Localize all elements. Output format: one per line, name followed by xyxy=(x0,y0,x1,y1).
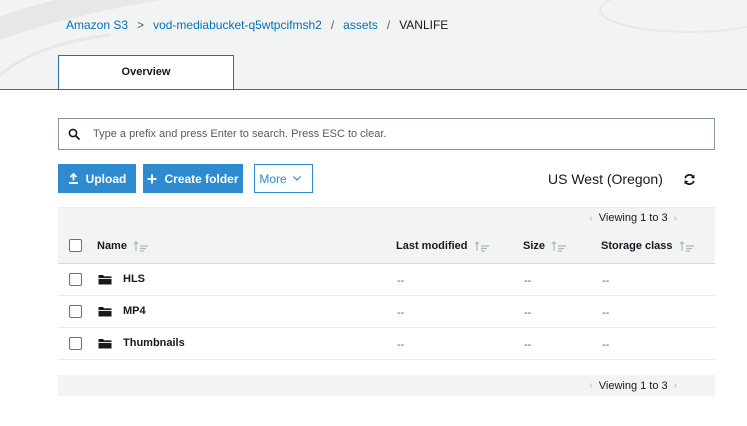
breadcrumb-bucket[interactable]: vod-mediabucket-q5wtpcifmsh2 xyxy=(153,18,322,32)
column-label-last-modified: Last modified xyxy=(396,240,468,252)
create-folder-label: Create folder xyxy=(164,171,239,186)
table-row[interactable]: Thumbnails -- -- -- xyxy=(58,328,715,360)
chevron-down-icon xyxy=(292,176,301,181)
breadcrumb-current: VANLIFE xyxy=(399,18,449,32)
tab-overview[interactable]: Overview xyxy=(58,55,234,89)
column-header-name[interactable]: Name xyxy=(97,240,149,252)
breadcrumb-separator: / xyxy=(386,18,391,32)
column-header-size[interactable]: Size xyxy=(523,240,567,252)
region-label: US West (Oregon) xyxy=(548,171,663,187)
row-checkbox[interactable] xyxy=(69,273,82,286)
upload-icon xyxy=(68,173,78,184)
row-checkbox[interactable] xyxy=(69,337,82,350)
cell-size: -- xyxy=(524,339,532,351)
select-all-checkbox[interactable] xyxy=(69,239,82,252)
folder-name-link[interactable]: Thumbnails xyxy=(123,337,185,349)
breadcrumb: Amazon S3 > vod-mediabucket-q5wtpcifmsh2… xyxy=(66,18,448,32)
cell-storage-class: -- xyxy=(602,339,610,351)
folder-name-link[interactable]: MP4 xyxy=(123,305,146,317)
cell-last-modified: -- xyxy=(397,339,405,351)
more-dropdown-button[interactable]: More xyxy=(254,164,313,193)
cell-size: -- xyxy=(524,307,532,319)
pagination-text-top: Viewing 1 to 3 xyxy=(598,212,668,224)
breadcrumb-separator: > xyxy=(137,18,145,32)
next-page-icon[interactable]: › xyxy=(674,213,677,224)
prev-page-icon[interactable]: ‹ xyxy=(589,380,592,391)
cell-storage-class: -- xyxy=(602,275,610,287)
cell-size: -- xyxy=(524,275,532,287)
breadcrumb-assets[interactable]: assets xyxy=(343,18,378,32)
upload-label: Upload xyxy=(85,171,127,186)
column-label-size: Size xyxy=(523,240,546,252)
create-folder-button[interactable]: Create folder xyxy=(143,164,243,193)
column-label-name: Name xyxy=(97,240,127,252)
refresh-icon[interactable] xyxy=(683,173,696,189)
sort-icon xyxy=(133,240,148,252)
pagination-top: ‹ Viewing 1 to 3 › xyxy=(58,207,715,228)
sort-icon xyxy=(551,240,567,252)
more-label: More xyxy=(259,171,287,186)
sort-icon xyxy=(474,240,489,252)
cell-last-modified: -- xyxy=(397,307,405,319)
cell-storage-class: -- xyxy=(602,307,610,319)
row-checkbox[interactable] xyxy=(69,305,82,318)
column-header-last-modified[interactable]: Last modified xyxy=(396,240,490,252)
search-box xyxy=(58,118,715,150)
plus-icon xyxy=(147,174,157,183)
folder-icon xyxy=(98,339,112,349)
pagination-text-bottom: Viewing 1 to 3 xyxy=(598,379,668,392)
header-area: Amazon S3 > vod-mediabucket-q5wtpcifmsh2… xyxy=(0,0,747,90)
folder-icon xyxy=(98,307,112,317)
sort-icon xyxy=(679,240,694,252)
search-icon xyxy=(59,128,89,140)
table-row[interactable]: HLS -- -- -- xyxy=(58,264,715,296)
cell-last-modified: -- xyxy=(397,275,405,287)
breadcrumb-separator: / xyxy=(330,18,335,32)
table-header: Name Last modified Size Storage class xyxy=(58,228,715,264)
folder-name-link[interactable]: HLS xyxy=(123,273,145,285)
next-page-icon[interactable]: › xyxy=(674,380,677,391)
search-input[interactable] xyxy=(89,120,714,148)
column-header-storage-class[interactable]: Storage class xyxy=(601,240,695,252)
folder-icon xyxy=(98,275,112,285)
upload-button[interactable]: Upload xyxy=(58,164,136,193)
table-row[interactable]: MP4 -- -- -- xyxy=(58,296,715,328)
column-label-storage-class: Storage class xyxy=(601,240,673,252)
prev-page-icon[interactable]: ‹ xyxy=(589,213,592,224)
pagination-bottom: ‹ Viewing 1 to 3 › xyxy=(58,375,715,396)
breadcrumb-amazon-s3[interactable]: Amazon S3 xyxy=(66,18,128,32)
